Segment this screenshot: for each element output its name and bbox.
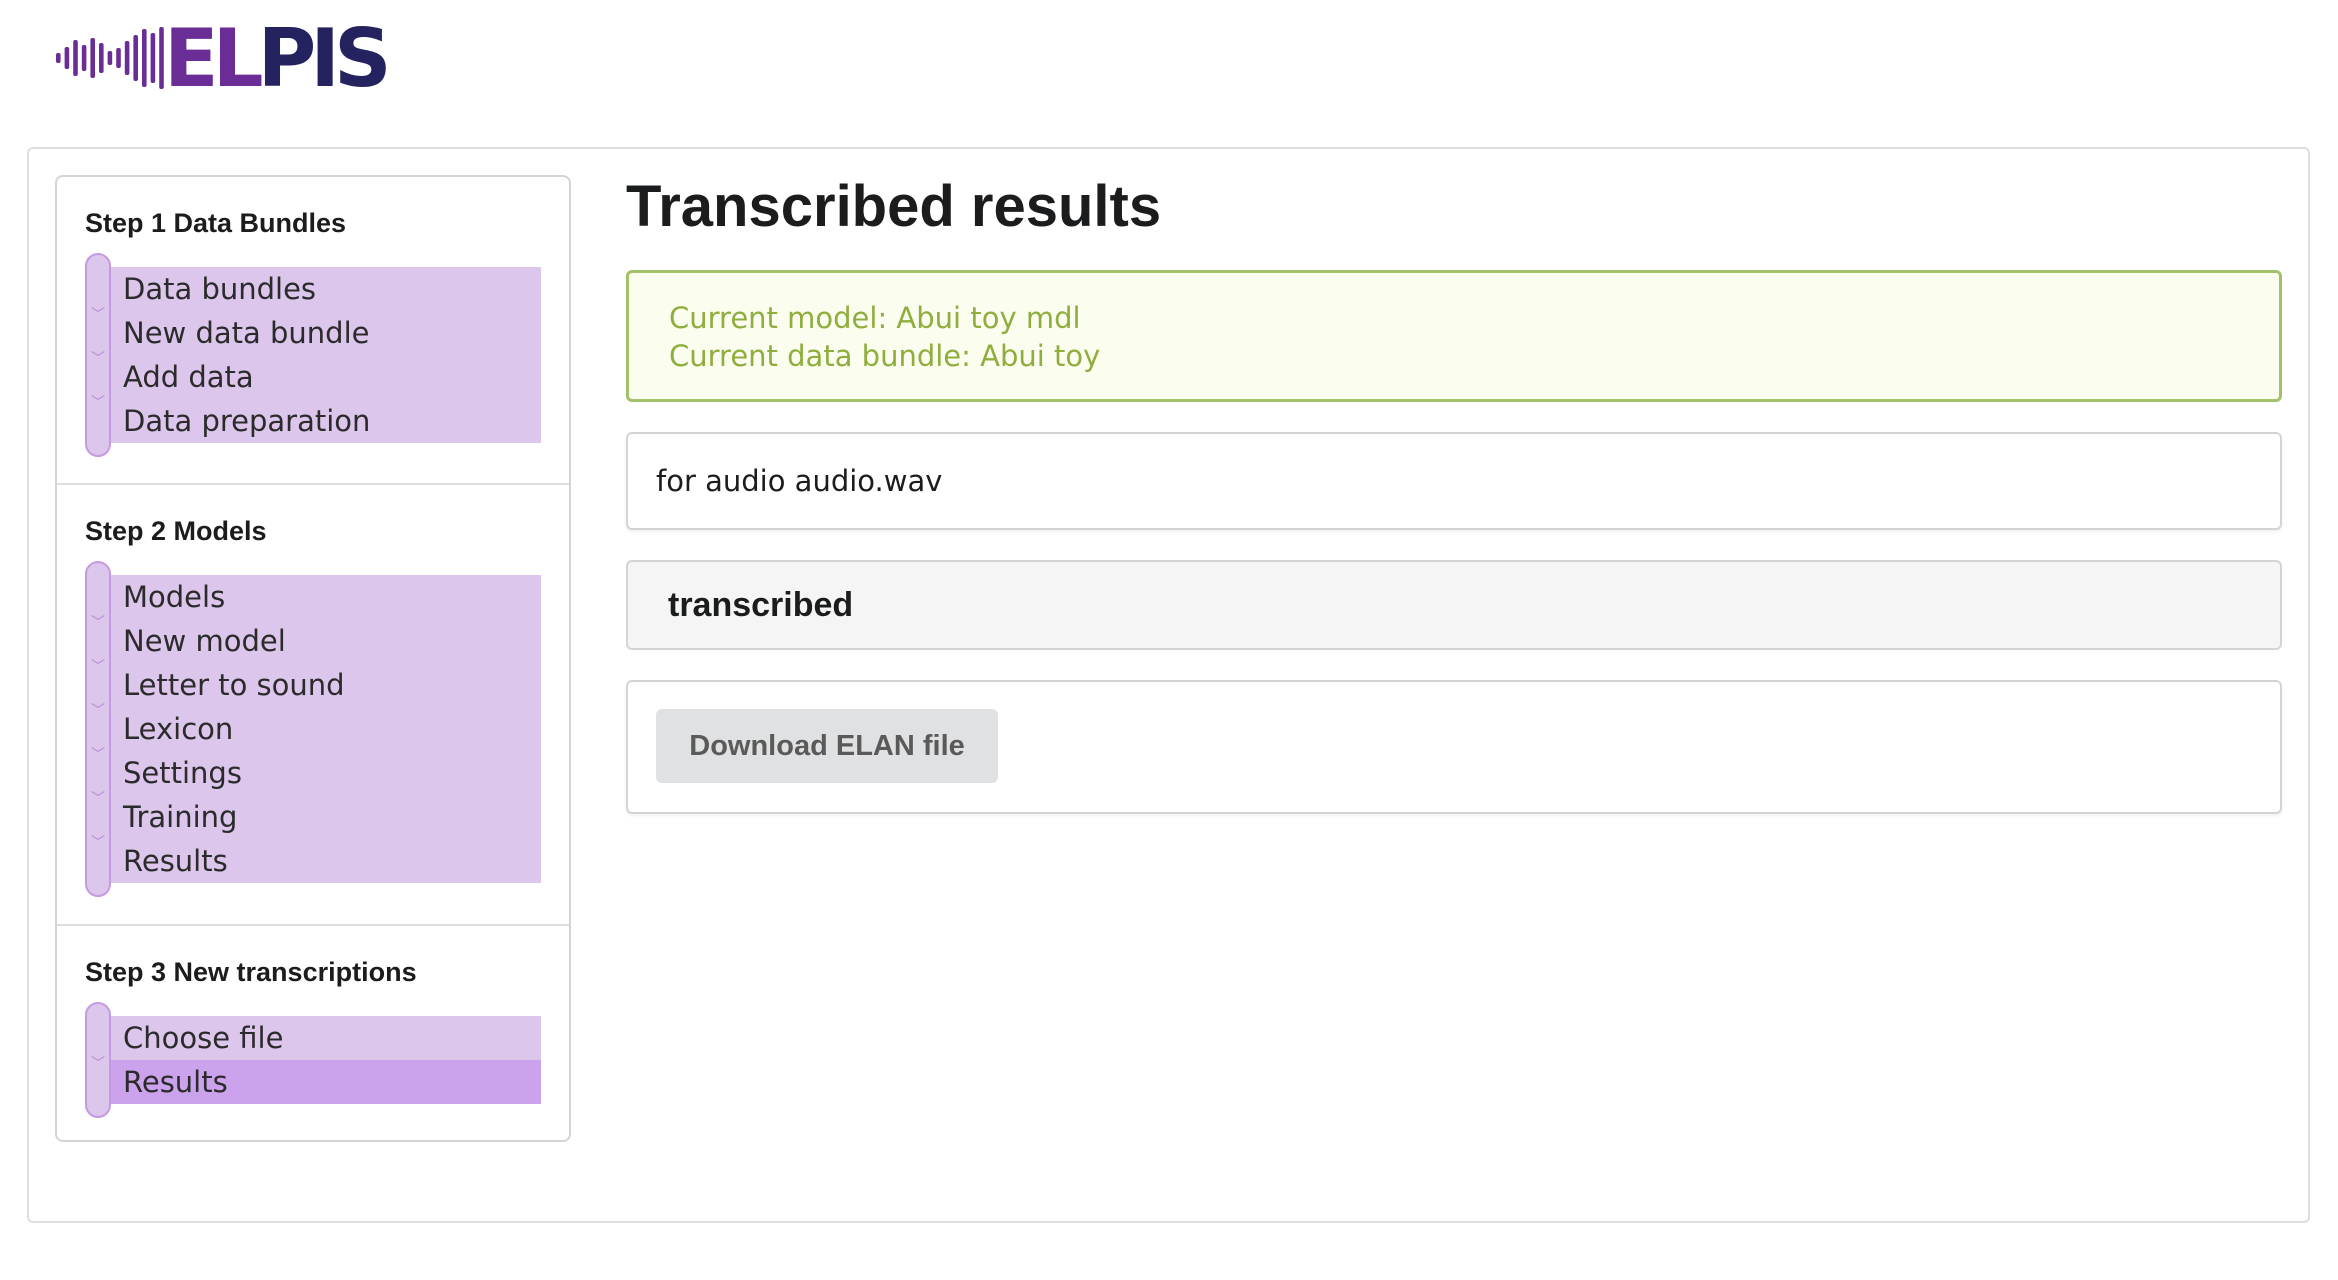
waveform-bar	[81, 45, 87, 71]
chevron-down-icon: ﹀	[91, 747, 105, 763]
sidebar-item-new-model[interactable]: New model ﹀	[91, 619, 541, 674]
sidebar-item-label: Settings	[123, 756, 242, 790]
sidebar-item-label: Results	[123, 1065, 228, 1099]
sidebar-item-new-data-bundle[interactable]: New data bundle ﹀	[91, 311, 541, 366]
step-2-title: Step 2 Models	[85, 516, 267, 546]
waveform-icon	[56, 27, 164, 89]
chevron-down-icon: ﹀	[91, 307, 105, 323]
transcribed-header: transcribed	[626, 560, 2282, 650]
audio-file-segment: for audio audio.wav	[626, 432, 2282, 530]
download-elan-button[interactable]: Download ELAN file	[656, 709, 998, 783]
step-2-list: Models ﹀ New model ﹀ Letter to sound ﹀ Lexi…	[85, 561, 541, 897]
sidebar-item-label: Choose file	[123, 1021, 284, 1055]
current-model-text: Current model: Abui toy mdl	[669, 301, 1081, 335]
sidebar-item-lexicon[interactable]: Lexicon ﹀	[91, 707, 541, 762]
sidebar-item-label: Training	[123, 800, 238, 834]
sidebar-item-label: Add data	[123, 360, 254, 394]
sidebar-item-training[interactable]: Training ﹀	[91, 795, 541, 850]
sidebar: Step 1 Data Bundles Data bundles ﹀ New da…	[55, 175, 571, 1142]
sidebar-item-choose-file[interactable]: Choose file ﹀	[91, 1016, 541, 1071]
chevron-down-icon: ﹀	[91, 615, 105, 631]
step-3-section: Step 3 New transcriptions Choose file ﹀ R…	[57, 924, 569, 1142]
waveform-bar	[56, 53, 61, 63]
logo-suffix: PIS	[257, 12, 392, 105]
chevron-down-icon: ﹀	[91, 659, 105, 675]
step-2-section: Step 2 Models Models ﹀ New model ﹀ Letter …	[57, 483, 569, 924]
waveform-bar	[150, 33, 156, 83]
waveform-bar	[133, 35, 138, 81]
logo-wordmark: ELPIS	[164, 19, 392, 99]
sidebar-item-transcription-results[interactable]: Results	[111, 1060, 541, 1104]
step-3-title: Step 3 New transcriptions	[85, 957, 417, 987]
waveform-bar	[107, 51, 113, 65]
sidebar-item-label: New data bundle	[123, 316, 370, 350]
chevron-down-icon: ﹀	[91, 791, 105, 807]
current-model-message: Current model: Abui toy mdl Current data…	[626, 270, 2282, 402]
sidebar-item-label: Models	[123, 580, 226, 614]
waveform-bar	[64, 47, 70, 69]
elpis-logo: ELPIS	[54, 19, 392, 99]
current-bundle-text: Current data bundle: Abui toy	[669, 339, 1101, 373]
step-1-list: Data bundles ﹀ New data bundle ﹀ Add data ﹀…	[85, 253, 541, 457]
waveform-bar	[99, 43, 104, 73]
sidebar-item-letter-to-sound[interactable]: Letter to sound ﹀	[91, 663, 541, 718]
sidebar-item-models[interactable]: Models ﹀	[91, 575, 541, 630]
download-segment: Download ELAN file	[626, 680, 2282, 814]
waveform-bar	[116, 48, 121, 68]
sidebar-item-label: New model	[123, 624, 286, 658]
sidebar-item-label: Data preparation	[123, 404, 371, 438]
chevron-down-icon: ﹀	[91, 703, 105, 719]
audio-file-text: for audio audio.wav	[656, 464, 943, 498]
sidebar-item-data-preparation[interactable]: Data preparation	[111, 399, 541, 443]
page-title: Transcribed results	[626, 174, 1162, 239]
sidebar-item-label: Lexicon	[123, 712, 234, 746]
logo-prefix: EL	[164, 12, 264, 105]
sidebar-item-add-data[interactable]: Add data ﹀	[91, 355, 541, 410]
sidebar-item-label: Results	[123, 844, 228, 878]
sidebar-item-data-bundles[interactable]: Data bundles ﹀	[91, 267, 541, 322]
chevron-down-icon: ﹀	[91, 1056, 105, 1072]
waveform-bar	[124, 41, 130, 75]
sidebar-item-settings[interactable]: Settings ﹀	[91, 751, 541, 806]
step-3-list: Choose file ﹀ Results	[85, 1002, 541, 1118]
waveform-bar	[73, 40, 78, 76]
sidebar-item-label: Letter to sound	[123, 668, 345, 702]
chevron-down-icon: ﹀	[91, 395, 105, 411]
step-1-title: Step 1 Data Bundles	[85, 208, 347, 238]
chevron-down-icon: ﹀	[91, 351, 105, 367]
transcribed-label: transcribed	[668, 586, 854, 624]
chevron-down-icon: ﹀	[91, 835, 105, 851]
sidebar-item-label: Data bundles	[123, 272, 317, 306]
waveform-bar	[142, 29, 147, 87]
main-content: Transcribed results Current model: Abui …	[626, 170, 2282, 814]
waveform-bar	[90, 38, 95, 78]
step-1-section: Step 1 Data Bundles Data bundles ﹀ New da…	[57, 177, 569, 483]
sidebar-item-model-results[interactable]: Results	[111, 839, 541, 883]
